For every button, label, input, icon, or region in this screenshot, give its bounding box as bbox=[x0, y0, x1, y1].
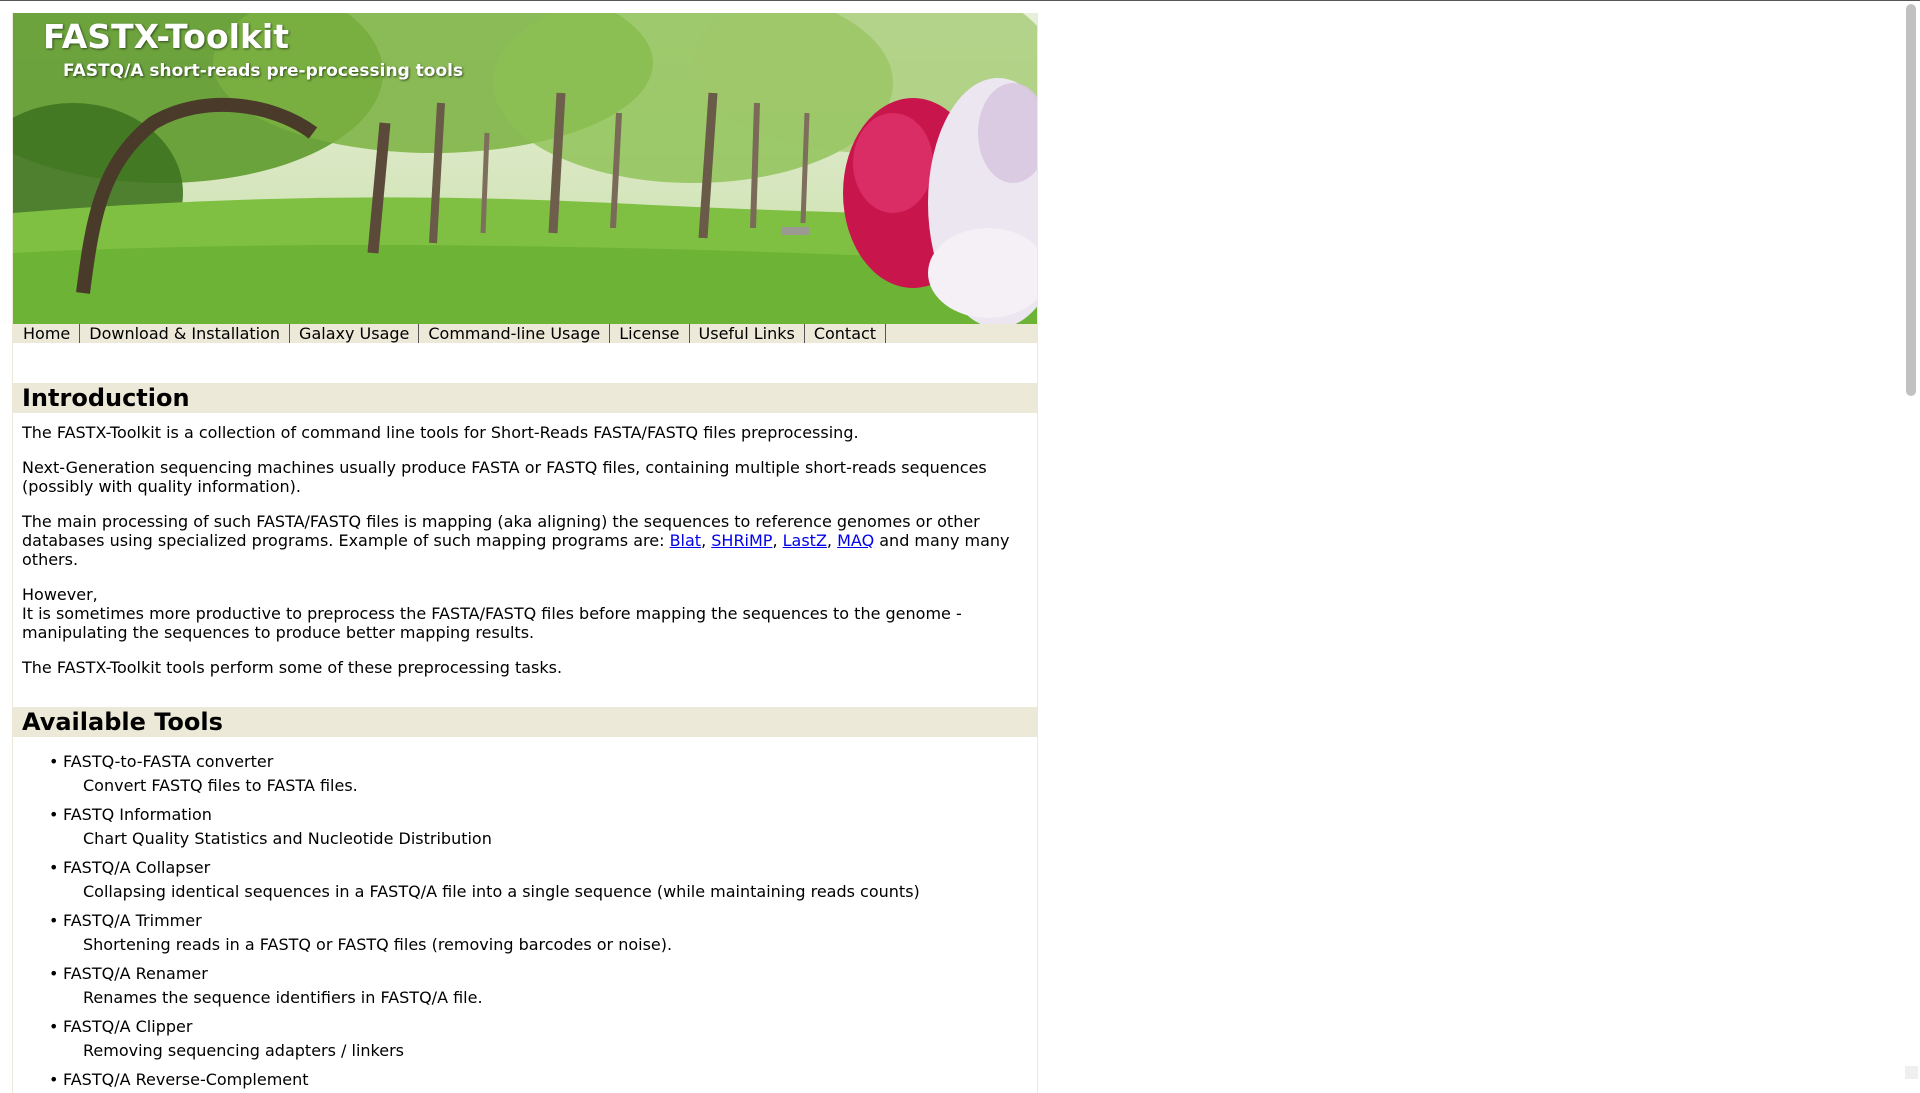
tool-name: • FASTQ/A Renamer bbox=[49, 964, 1037, 983]
link-lastz[interactable]: LastZ bbox=[783, 531, 827, 550]
header-banner: FASTX-Toolkit FASTQ/A short-reads pre-pr… bbox=[13, 13, 1037, 324]
vertical-scrollbar-thumb[interactable] bbox=[1906, 4, 1916, 396]
nav-license[interactable]: License bbox=[610, 324, 690, 343]
tool-description: Renames the sequence identifiers in FAST… bbox=[83, 988, 483, 1007]
tool-name: • FASTQ Information bbox=[49, 805, 1037, 824]
intro-paragraph-4-line-1: However, bbox=[22, 585, 98, 604]
list-item: • FASTQ Information Chart Quality Statist… bbox=[13, 805, 1037, 848]
tools-list: • FASTQ-to-FASTA converter Convert FASTQ … bbox=[13, 752, 1037, 1089]
tool-name-text: FASTQ/A Collapser bbox=[63, 858, 211, 877]
park-scene-image bbox=[13, 13, 1037, 324]
intro-paragraph-4-line-2: It is sometimes more productive to prepr… bbox=[22, 604, 962, 642]
intro-paragraph-5: The FASTX-Toolkit tools perform some of … bbox=[22, 658, 563, 677]
intro-paragraph-4: However, It is sometimes more productive … bbox=[22, 585, 1022, 642]
link-separator: , bbox=[701, 531, 712, 550]
site-subtitle: FASTQ/A short-reads pre-processing tools bbox=[63, 61, 464, 81]
bullet-icon: • bbox=[49, 1017, 59, 1036]
window-top-border bbox=[0, 0, 1920, 1]
list-item: • FASTQ/A Trimmer Shortening reads in a F… bbox=[13, 911, 1037, 954]
nav-command-line-usage[interactable]: Command-line Usage bbox=[419, 324, 611, 343]
list-item: • FASTQ/A Renamer Renames the sequence id… bbox=[13, 964, 1037, 1007]
link-blat[interactable]: Blat bbox=[670, 531, 702, 550]
intro-paragraph-2: Next-Generation sequencing machines usua… bbox=[22, 458, 987, 496]
bullet-icon: • bbox=[49, 911, 59, 930]
bullet-icon: • bbox=[49, 805, 59, 824]
tool-name-text: FASTQ/A Trimmer bbox=[63, 911, 202, 930]
site-title: FASTX-Toolkit bbox=[43, 17, 289, 56]
intro-paragraph-3: The main processing of such FASTA/FASTQ … bbox=[22, 512, 1022, 569]
tool-description: Removing sequencing adapters / linkers bbox=[83, 1041, 404, 1060]
introduction-heading: Introduction bbox=[13, 383, 1037, 413]
tool-name-text: FASTQ Information bbox=[63, 805, 212, 824]
bullet-icon: • bbox=[49, 858, 59, 877]
link-maq[interactable]: MAQ bbox=[837, 531, 874, 550]
tool-name: • FASTQ/A Collapser bbox=[49, 858, 1037, 877]
scrollbar-corner bbox=[1905, 1066, 1918, 1079]
tool-description: Convert FASTQ files to FASTA files. bbox=[83, 776, 358, 795]
nav-useful-links[interactable]: Useful Links bbox=[690, 324, 805, 343]
tool-name: • FASTQ/A Clipper bbox=[49, 1017, 1037, 1036]
link-shrimp[interactable]: SHRiMP bbox=[711, 531, 772, 550]
available-tools-heading: Available Tools bbox=[13, 707, 1037, 737]
tool-description: Collapsing identical sequences in a FAST… bbox=[83, 882, 920, 901]
tool-name: • FASTQ/A Trimmer bbox=[49, 911, 1037, 930]
tool-name-text: FASTQ-to-FASTA converter bbox=[63, 752, 274, 771]
nav-bar: Home Download & Installation Galaxy Usag… bbox=[13, 324, 1037, 343]
tool-description: Chart Quality Statistics and Nucleotide … bbox=[83, 829, 492, 848]
tool-name-text: FASTQ/A Clipper bbox=[63, 1017, 193, 1036]
tool-name-text: FASTQ/A Renamer bbox=[63, 964, 208, 983]
list-item: • FASTQ/A Collapser Collapsing identical … bbox=[13, 858, 1037, 901]
intro-paragraph-1: The FASTX-Toolkit is a collection of com… bbox=[22, 423, 859, 442]
nav-download-installation[interactable]: Download & Installation bbox=[80, 324, 291, 343]
page-container: FASTX-Toolkit FASTQ/A short-reads pre-pr… bbox=[12, 13, 1038, 1093]
nav-contact[interactable]: Contact bbox=[805, 324, 887, 343]
list-item: • FASTQ/A Clipper Removing sequencing ada… bbox=[13, 1017, 1037, 1060]
bullet-icon: • bbox=[49, 964, 59, 983]
link-separator: , bbox=[772, 531, 783, 550]
tool-description: Shortening reads in a FASTQ or FASTQ fil… bbox=[83, 935, 673, 954]
nav-home[interactable]: Home bbox=[14, 324, 81, 343]
tool-name: • FASTQ-to-FASTA converter bbox=[49, 752, 1037, 771]
nav-galaxy-usage[interactable]: Galaxy Usage bbox=[290, 324, 420, 343]
bullet-icon: • bbox=[49, 752, 59, 771]
list-item: • FASTQ-to-FASTA converter Convert FASTQ … bbox=[13, 752, 1037, 795]
link-separator: , bbox=[826, 531, 838, 550]
